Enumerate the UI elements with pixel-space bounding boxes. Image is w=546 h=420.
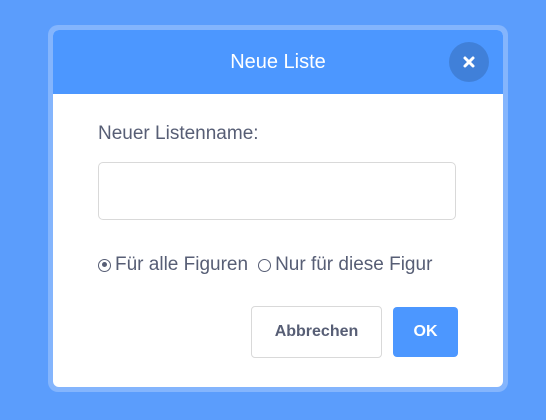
dialog-frame: Neue Liste Neuer Listenname: Für alle Fi…	[48, 25, 508, 392]
scope-all-sprites-label: Für alle Figuren	[115, 254, 249, 275]
radio-selected-icon[interactable]	[98, 258, 111, 272]
scope-this-sprite-label: Nur für diese Figur	[275, 254, 433, 275]
list-name-input[interactable]	[98, 162, 456, 220]
ok-button[interactable]: OK	[393, 307, 458, 357]
dialog-header: Neue Liste	[53, 30, 503, 94]
scope-options: Für alle Figuren Nur für diese Figur	[98, 254, 458, 276]
cancel-button[interactable]: Abbrechen	[251, 306, 382, 358]
close-icon	[463, 56, 475, 68]
scope-this-sprite-option[interactable]: Nur für diese Figur	[258, 254, 432, 276]
dialog-title: Neue Liste	[230, 50, 326, 73]
dialog-body: Neuer Listenname: Für alle Figuren Nur f…	[53, 94, 503, 276]
list-name-label: Neuer Listenname:	[98, 123, 259, 144]
radio-unselected-icon[interactable]	[258, 258, 272, 272]
close-button[interactable]	[449, 42, 489, 82]
scope-all-sprites-option[interactable]: Für alle Figuren	[98, 254, 248, 276]
new-list-dialog: Neue Liste Neuer Listenname: Für alle Fi…	[53, 30, 503, 387]
dialog-actions: Abbrechen OK	[251, 306, 458, 358]
